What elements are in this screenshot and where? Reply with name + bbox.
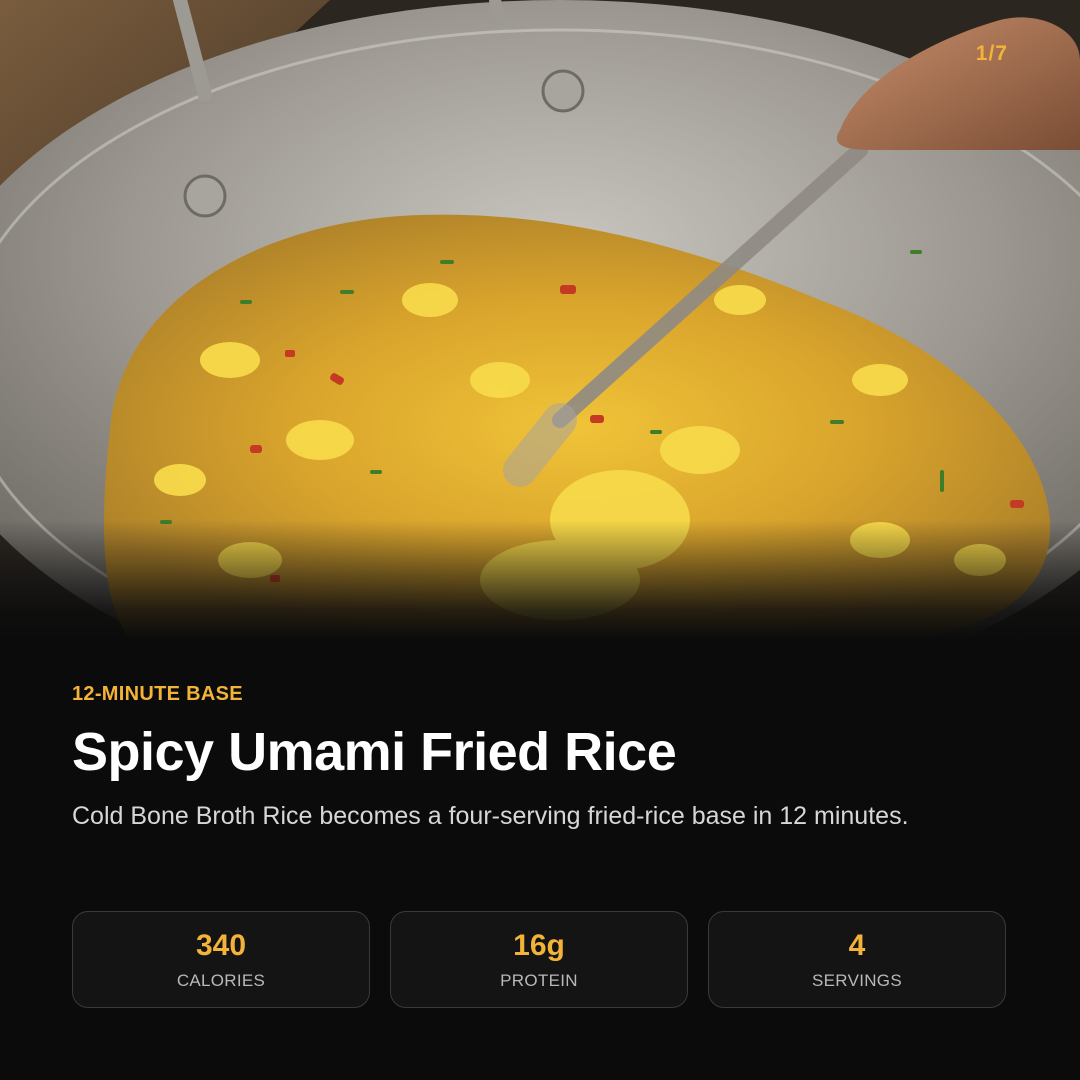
stat-value: 340 (195, 928, 247, 962)
slide-counter: 1/7 (975, 42, 1008, 65)
stat-value: 16g (513, 928, 565, 962)
recipe-subtitle: Cold Bone Broth Rice becomes a four-serv… (72, 802, 909, 830)
stat-label: CALORIES (176, 970, 266, 990)
stat-label: PROTEIN (500, 970, 578, 990)
hero-gradient-overlay (0, 520, 1080, 640)
stat-label: SERVINGS (812, 970, 902, 990)
stat-card-calories: 340 CALORIES (72, 911, 370, 1008)
stat-card-protein: 16g PROTEIN (390, 911, 688, 1008)
hero-photo: 1/7 (0, 0, 1080, 640)
recipe-eyebrow: 12-MINUTE BASE (72, 683, 243, 705)
stat-card-servings: 4 SERVINGS (708, 911, 1006, 1008)
recipe-title: Spicy Umami Fried Rice (72, 722, 677, 782)
recipe-slide: 1/7 12-MINUTE BASE Spicy Umami Fried Ric… (0, 0, 1080, 1080)
stat-value: 4 (848, 928, 866, 962)
nutrition-stats: 340 CALORIES 16g PROTEIN 4 SERVINGS (72, 911, 1006, 1008)
